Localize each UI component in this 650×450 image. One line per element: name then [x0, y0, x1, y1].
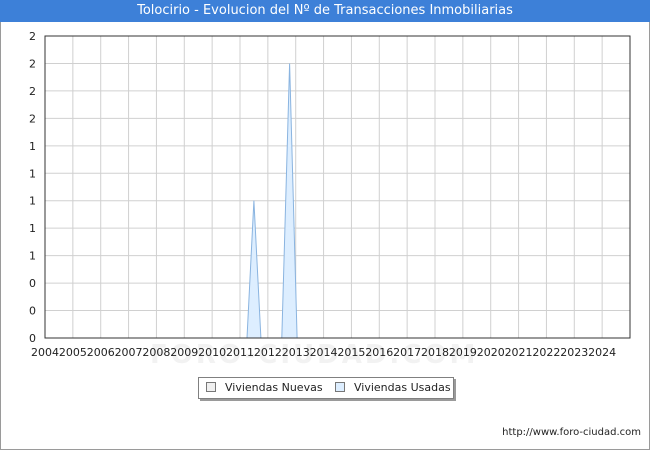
x-tick-label: 2006 [87, 346, 115, 359]
x-tick-label: 2015 [337, 346, 365, 359]
x-tick-label: 2007 [115, 346, 143, 359]
legend-swatch-usadas [335, 382, 345, 392]
y-tick-label: 1 [29, 140, 36, 153]
x-tick-label: 2009 [170, 346, 198, 359]
legend-label-nuevas: Viviendas Nuevas [225, 381, 323, 394]
y-tick-label: 1 [29, 222, 36, 235]
x-axis: 2004 2005 2006 2007 2008 2009 2010 2011 2012 2013… [31, 346, 616, 359]
x-tick-label: 2022 [532, 346, 560, 359]
y-tick-label: 1 [29, 195, 36, 208]
legend: Viviendas Nuevas Viviendas Usadas [198, 377, 454, 399]
x-tick-label: 2019 [449, 346, 477, 359]
legend-item-usadas: Viviendas Usadas [335, 378, 451, 398]
x-tick-label: 2012 [254, 346, 282, 359]
y-tick-label: 0 [29, 277, 36, 290]
x-tick-label: 2013 [282, 346, 310, 359]
grid [45, 36, 630, 338]
x-tick-label: 2016 [365, 346, 393, 359]
x-tick-label: 2014 [310, 346, 338, 359]
y-tick-label: 2 [29, 30, 36, 43]
x-tick-label: 2008 [142, 346, 170, 359]
legend-swatch-nuevas [206, 382, 216, 392]
x-tick-label: 2018 [421, 346, 449, 359]
source-link[interactable]: http://www.foro-ciudad.com [502, 427, 641, 438]
y-tick-label: 1 [29, 167, 36, 180]
x-tick-label: 2005 [59, 346, 87, 359]
y-tick-label: 2 [29, 85, 36, 98]
x-tick-label: 2010 [198, 346, 226, 359]
legend-item-nuevas: Viviendas Nuevas [206, 378, 323, 398]
x-tick-label: 2023 [560, 346, 588, 359]
y-axis: 0 0 0 1 1 1 1 1 2 2 2 2 [29, 30, 36, 345]
x-tick-label: 2017 [393, 346, 421, 359]
x-tick-label: 2020 [477, 346, 505, 359]
legend-label-usadas: Viviendas Usadas [354, 381, 451, 394]
plot-border [44, 35, 631, 339]
y-tick-label: 2 [29, 57, 36, 70]
y-tick-label: 0 [29, 305, 36, 318]
x-tick-label: 2021 [505, 346, 533, 359]
x-tick-label: 2024 [588, 346, 616, 359]
x-tick-label: 2004 [31, 346, 59, 359]
x-tick-label: 2011 [226, 346, 254, 359]
y-tick-label: 1 [29, 250, 36, 263]
y-tick-label: 0 [29, 332, 36, 345]
y-tick-label: 2 [29, 112, 36, 125]
